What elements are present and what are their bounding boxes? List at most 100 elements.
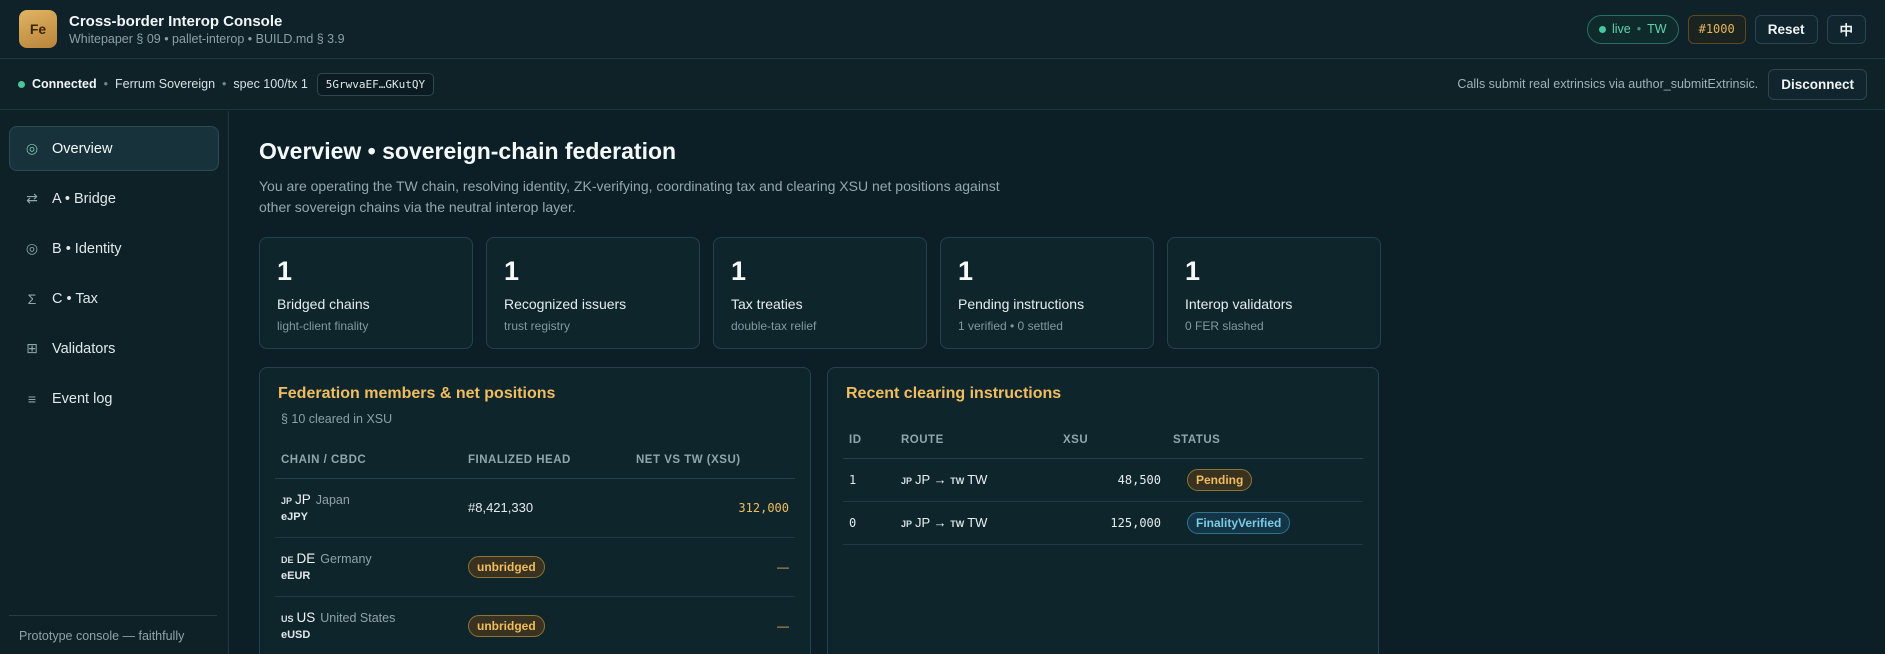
separator: • xyxy=(103,77,108,91)
stat-card-interop-validators: 1 Interop validators 0 FER slashed xyxy=(1167,237,1381,349)
status-cell: Pending xyxy=(1167,458,1363,502)
federation-subtitle: § 10 cleared in XSU xyxy=(281,412,393,426)
chain-code: JP xyxy=(295,492,311,507)
instruction-id: 0 xyxy=(843,501,895,545)
chain-name: Japan xyxy=(315,493,350,507)
route-from: JP xyxy=(915,472,930,487)
stat-cards: 1 Bridged chains light-client finality 1… xyxy=(259,237,1381,349)
sidebar-item-event-log[interactable]: ≡ Event log xyxy=(9,376,219,421)
flag-jp: JP xyxy=(901,519,913,529)
xsu-amount: 48,500 xyxy=(1057,458,1167,502)
live-label: live xyxy=(1612,22,1631,36)
network-name: Ferrum Sovereign xyxy=(114,77,216,91)
top-header: Fe Cross-border Interop Console Whitepap… xyxy=(0,0,1885,59)
chain-cell: DE DE Germany eEUR xyxy=(275,537,462,597)
page-title: Overview • sovereign-chain federation xyxy=(259,138,677,164)
stat-value: 1 xyxy=(958,256,974,286)
chain-code: DE xyxy=(296,551,316,566)
chain-cell: US US United States eUSD xyxy=(275,596,462,654)
sidebar-item-tax[interactable]: Σ C • Tax xyxy=(9,276,219,321)
sidebar-item-validators[interactable]: ⊞ Validators xyxy=(9,326,219,371)
stat-sub: 0 FER slashed xyxy=(1185,319,1264,333)
sidebar-item-identity[interactable]: ◎ B • Identity xyxy=(9,226,219,271)
stat-sub: 1 verified • 0 settled xyxy=(958,319,1063,333)
route-arrow-icon: → xyxy=(933,515,947,530)
live-status-pill[interactable]: live • TW xyxy=(1587,14,1679,44)
chain-name: United States xyxy=(320,611,396,625)
federation-title: Federation members & net positions xyxy=(278,385,556,402)
cbdc-name: eUSD xyxy=(281,629,311,641)
sidebar-item-overview[interactable]: ◎ Overview xyxy=(9,126,219,171)
spec-version: spec 100/tx 1 xyxy=(233,77,308,91)
stat-card-recognized-issuers: 1 Recognized issuers trust registry xyxy=(486,237,700,349)
table-row[interactable]: 0 JP JP → TW TW 125,000 FinalityVerified xyxy=(843,501,1363,545)
language-toggle-button[interactable]: 中 xyxy=(1826,14,1866,44)
unbridged-badge: unbridged xyxy=(468,614,545,637)
main-content: Overview • sovereign-chain federation Yo… xyxy=(259,111,1381,654)
status-badge: FinalityVerified xyxy=(1187,511,1291,534)
live-chain: TW xyxy=(1647,22,1667,36)
app-subtitle: Whitepaper § 09 • pallet-interop • BUILD… xyxy=(69,31,345,46)
flag-tw: TW xyxy=(950,519,965,529)
page-description: You are operating the TW chain, resolvin… xyxy=(259,178,1000,215)
app-title: Cross-border Interop Console xyxy=(69,12,283,30)
column-header: NET VS TW (XSU) xyxy=(630,442,795,479)
finalized-head-cell: unbridged xyxy=(462,537,630,597)
route-cell: JP JP → TW TW xyxy=(895,501,1057,545)
table-row[interactable]: US US United States eUSD unbridged — xyxy=(275,596,795,654)
flag-jp: JP xyxy=(281,496,293,506)
cbdc-name: eEUR xyxy=(281,570,311,582)
flag-de: DE xyxy=(281,555,294,565)
column-header: STATUS xyxy=(1167,422,1363,459)
table-row[interactable]: 1 JP JP → TW TW 48,500 Pending xyxy=(843,458,1363,502)
column-header: ID xyxy=(843,422,895,459)
stat-label: Bridged chains xyxy=(277,296,370,312)
stat-sub: double-tax relief xyxy=(731,319,817,333)
extrinsic-note: Calls submit real extrinsics via author_… xyxy=(1457,77,1759,91)
xsu-amount: 125,000 xyxy=(1057,501,1167,545)
stat-sub: light-client finality xyxy=(277,319,369,333)
status-badge: Pending xyxy=(1187,468,1253,491)
connection-status-label: Connected xyxy=(32,77,97,91)
federation-table: CHAIN / CBDC FINALIZED HEAD NET VS TW (X… xyxy=(275,442,795,654)
sidebar-divider xyxy=(9,615,217,616)
stat-value: 1 xyxy=(504,256,520,286)
net-position: — xyxy=(630,596,795,654)
live-dot-icon xyxy=(1599,25,1606,33)
disconnect-button[interactable]: Disconnect xyxy=(1768,68,1867,100)
sidebar-item-label: A • Bridge xyxy=(52,190,116,207)
sidebar-item-label: C • Tax xyxy=(52,290,98,307)
stat-card-bridged-chains: 1 Bridged chains light-client finality xyxy=(259,237,473,349)
stat-label: Recognized issuers xyxy=(504,296,627,312)
account-address[interactable]: 5GrwvaEF…GKutQY xyxy=(316,72,435,96)
grid-icon: ⊞ xyxy=(26,340,38,356)
stat-sub: trust registry xyxy=(504,319,571,333)
stat-value: 1 xyxy=(277,256,293,286)
sidebar-item-label: Event log xyxy=(52,390,113,407)
net-position: 312,000 xyxy=(630,478,795,538)
header-actions: live • TW #1000 Reset 中 xyxy=(1587,14,1866,44)
column-header: XSU xyxy=(1057,422,1167,459)
flag-jp: JP xyxy=(901,476,913,486)
table-header-row: CHAIN / CBDC FINALIZED HEAD NET VS TW (X… xyxy=(275,442,795,479)
flag-tw: TW xyxy=(950,476,965,486)
column-header: CHAIN / CBDC xyxy=(275,442,462,479)
stat-label: Pending instructions xyxy=(958,296,1085,312)
chain-name: Germany xyxy=(320,552,372,566)
route-to: TW xyxy=(967,472,988,487)
connection-status: Connected xyxy=(18,77,97,91)
flag-us: US xyxy=(281,614,294,624)
table-row[interactable]: DE DE Germany eEUR unbridged — xyxy=(275,537,795,597)
stat-label: Interop validators xyxy=(1185,296,1293,312)
stat-value: 1 xyxy=(731,256,747,286)
sidebar-item-bridge[interactable]: ⇄ A • Bridge xyxy=(9,176,219,221)
unbridged-badge: unbridged xyxy=(468,555,545,578)
table-row[interactable]: JP JP Japan eJPY #8,421,330 312,000 xyxy=(275,478,795,538)
route-to: TW xyxy=(967,515,988,530)
brand: Cross-border Interop Console Whitepaper … xyxy=(69,13,345,46)
route-from: JP xyxy=(915,515,930,530)
route-cell: JP JP → TW TW xyxy=(895,458,1057,502)
federation-panel: Federation members & net positions § 10 … xyxy=(259,367,811,654)
reset-button[interactable]: Reset xyxy=(1754,14,1818,44)
clearing-panel: Recent clearing instructions ID ROUTE XS… xyxy=(827,367,1379,654)
